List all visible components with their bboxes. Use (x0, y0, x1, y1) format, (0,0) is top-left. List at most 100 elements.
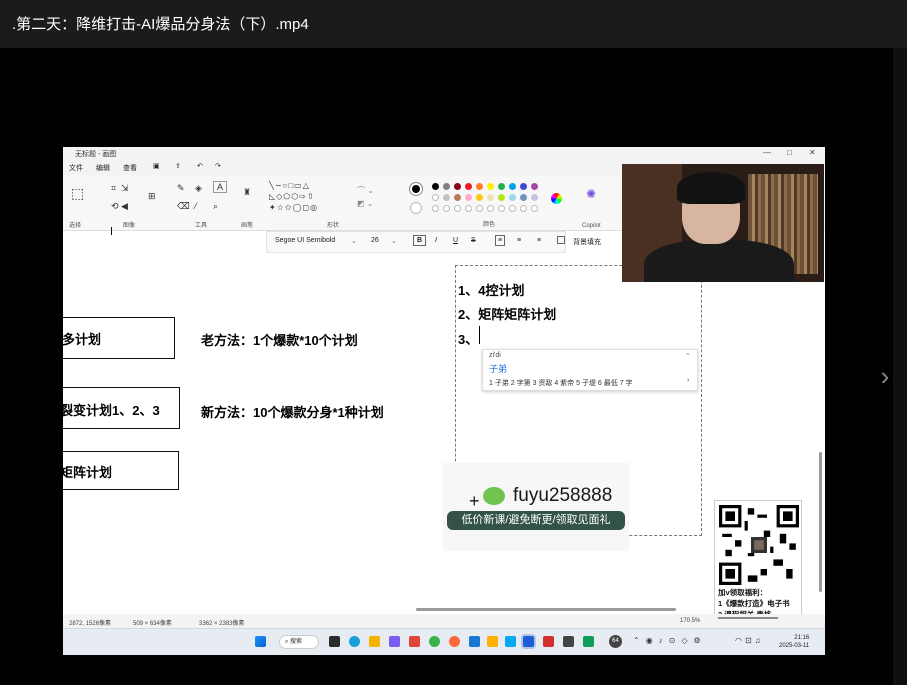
app-icon-1[interactable] (409, 636, 420, 647)
magnifier-icon[interactable]: ⌕ (213, 201, 218, 212)
notification-badge[interactable]: 64 (609, 635, 622, 648)
swatch-custom-5[interactable] (476, 205, 483, 212)
image-options-icon[interactable]: ⊞ (148, 191, 156, 202)
chevron-down-icon[interactable]: ⌄ (351, 237, 357, 245)
swatch-orange[interactable] (476, 183, 483, 190)
zoom-slider[interactable] (718, 617, 778, 619)
select-icon[interactable]: ⬚ (71, 185, 84, 202)
swatch-indigo[interactable] (520, 183, 527, 190)
file-explorer-icon[interactable] (369, 636, 380, 647)
ime-first-candidate[interactable]: 子弟 (489, 362, 507, 375)
align-center-button[interactable]: ≡ (517, 237, 521, 244)
swatch-lightblue[interactable] (509, 194, 516, 201)
swatch-brown[interactable] (454, 194, 461, 201)
align-right-button[interactable]: ≡ (537, 237, 541, 244)
menu-edit[interactable]: 编辑 (96, 163, 110, 173)
pencil-icon[interactable]: ✎ (177, 183, 185, 194)
resize-icon[interactable]: ⇲ (121, 183, 129, 194)
windows-start-icon[interactable] (255, 636, 266, 647)
app-icon-3[interactable] (469, 636, 480, 647)
chevron-right-icon[interactable]: › (687, 377, 689, 384)
maximize-icon[interactable]: □ (787, 148, 792, 157)
swatch-white[interactable] (432, 194, 439, 201)
swatch-custom-1[interactable] (432, 205, 439, 212)
taskbar-clock[interactable]: 21:16 2025-03-11 (779, 634, 809, 650)
network-volume-icons[interactable]: ◠⊡♫ (735, 636, 764, 645)
background-fill-checkbox[interactable] (557, 236, 565, 244)
eraser-icon[interactable]: ⌫ (177, 201, 190, 212)
swatch-yellow[interactable] (487, 183, 494, 190)
bold-button[interactable]: B (413, 235, 427, 246)
swatch-custom-7[interactable] (498, 205, 505, 212)
swatch-black[interactable] (432, 183, 439, 190)
color-primary[interactable] (410, 183, 422, 195)
ime-candidate-list[interactable]: 1 子弟 2 字第 3 资敌 4 紫帝 5 子堤 6 最低 7 字 (489, 378, 633, 388)
shapes-row2-icon[interactable]: ◺◇⬠⬡⇨⇧ (269, 192, 315, 201)
wps-icon[interactable] (543, 636, 554, 647)
swatch-purple[interactable] (531, 183, 538, 190)
vertical-scrollbar[interactable] (819, 452, 822, 592)
swatch-slate[interactable] (520, 194, 527, 201)
swatch-custom-9[interactable] (520, 205, 527, 212)
swatch-custom-3[interactable] (454, 205, 461, 212)
swatch-gray[interactable] (443, 183, 450, 190)
swatch-darkred[interactable] (454, 183, 461, 190)
color-secondary[interactable] (410, 202, 422, 214)
swatch-green[interactable] (498, 183, 505, 190)
fill-icon[interactable]: ◈ (195, 183, 202, 194)
swatch-blue[interactable] (509, 183, 516, 190)
app-icon-4[interactable] (487, 636, 498, 647)
tray-icons[interactable]: ⌃◉♪⊙◇⚙ (633, 636, 707, 645)
swatch-red[interactable] (465, 183, 472, 190)
chrome-icon[interactable] (429, 636, 440, 647)
shapes-row1-icon[interactable]: ╲∼○□▭△ (269, 181, 310, 190)
swatch-gold[interactable] (476, 194, 483, 201)
save-icon[interactable]: ▣ (153, 162, 160, 170)
edit-colors-icon[interactable] (551, 193, 562, 204)
ime-candidate-popup[interactable]: zi'di ⌃ 子弟 1 子弟 2 字第 3 资敌 4 紫帝 5 子堤 6 最低… (482, 349, 698, 391)
app-icon-5[interactable] (505, 636, 516, 647)
app-icon-7[interactable] (583, 636, 594, 647)
menu-file[interactable]: 文件 (69, 163, 83, 173)
swatch-pink[interactable] (465, 194, 472, 201)
paint-app-icon[interactable] (523, 636, 534, 647)
app-icon-6[interactable] (563, 636, 574, 647)
shapes-row3-icon[interactable]: ✦☆✩◯◻◎ (269, 203, 318, 212)
redo-icon[interactable]: ↷ (215, 162, 221, 170)
swatch-lightgray[interactable] (443, 194, 450, 201)
undo-icon[interactable]: ↶ (197, 162, 203, 170)
taskbar-search[interactable]: ⌕ 搜索 (279, 635, 319, 649)
swatch-lavender[interactable] (531, 194, 538, 201)
ime-collapse-icon[interactable]: ⌃ (685, 352, 691, 360)
font-family-select[interactable]: Segoe UI Semibold (275, 237, 335, 244)
shape-fill-icon[interactable]: ◩ ⌄ (357, 199, 373, 208)
close-icon[interactable]: ✕ (809, 148, 816, 157)
app-icon-2[interactable] (449, 636, 460, 647)
swatch-lime[interactable] (498, 194, 505, 201)
color-picker-icon[interactable]: ⁄ (195, 201, 197, 211)
strikethrough-button[interactable]: S (471, 237, 476, 244)
menu-view[interactable]: 查看 (123, 163, 137, 173)
chevron-down-icon[interactable]: ⌄ (391, 237, 397, 245)
task-view-icon[interactable] (329, 636, 340, 647)
store-icon[interactable] (389, 636, 400, 647)
brush-icon[interactable]: ♜ (243, 187, 251, 198)
crop-icon[interactable]: ⌗ (111, 183, 116, 194)
swatch-custom-8[interactable] (509, 205, 516, 212)
swatch-cream[interactable] (487, 194, 494, 201)
flip-icon[interactable]: ◀ (121, 201, 128, 212)
underline-button[interactable]: U (453, 237, 458, 244)
copilot-icon[interactable]: ✺ (586, 187, 596, 201)
font-size-select[interactable]: 26 (371, 237, 379, 244)
swatch-custom-10[interactable] (531, 205, 538, 212)
swatch-custom-4[interactable] (465, 205, 472, 212)
outline-icon[interactable]: ⌒ ⌄ (357, 185, 374, 196)
swatch-custom-6[interactable] (487, 205, 494, 212)
minimize-icon[interactable]: — (763, 148, 771, 157)
chevron-right-icon[interactable]: › (870, 356, 900, 396)
italic-button[interactable]: I (435, 237, 437, 244)
horizontal-scrollbar[interactable] (416, 608, 676, 611)
edge-icon[interactable] (349, 636, 360, 647)
rotate-icon[interactable]: ⟲ (111, 201, 119, 212)
share-icon[interactable]: ⇪ (175, 162, 181, 170)
